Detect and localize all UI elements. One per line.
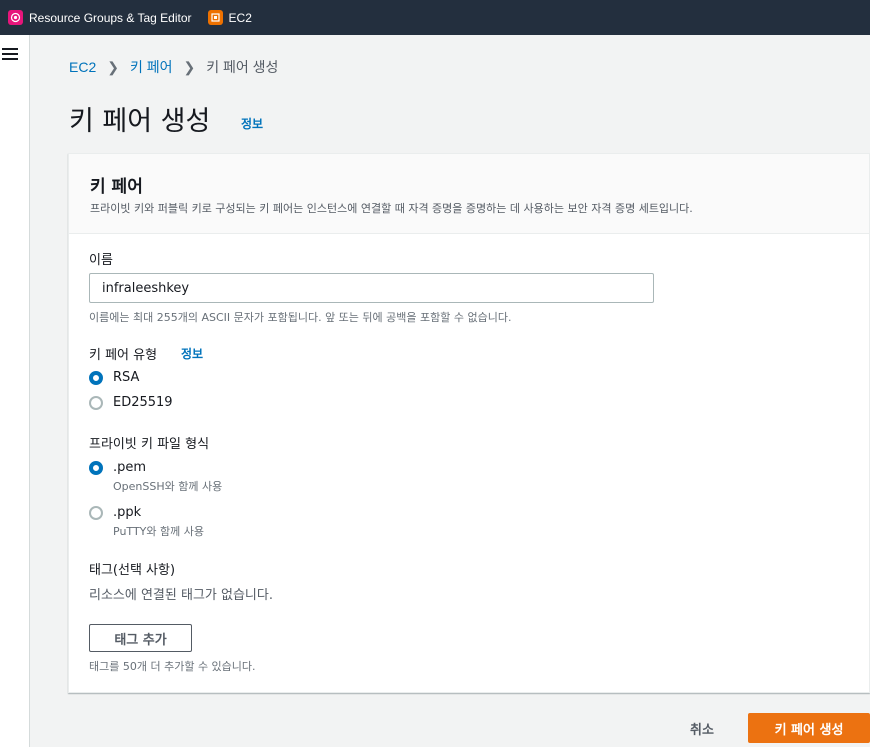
key-type-info-link[interactable]: 정보 [181, 345, 203, 362]
tags-hint: 태그를 50개 더 추가할 수 있습니다. [89, 660, 256, 673]
breadcrumb: EC2 ❯ 키 페어 ❯ 키 페어 생성 [69, 57, 278, 77]
resource-groups-icon [8, 10, 23, 25]
name-input[interactable] [89, 273, 654, 303]
format-pem-description: OpenSSH와 함께 사용 [113, 480, 223, 493]
format-ppk-description: PuTTY와 함께 사용 [113, 525, 204, 538]
favorite-label: EC2 [228, 10, 252, 25]
name-hint: 이름에는 최대 255개의 ASCII 문자가 포함됩니다. 앞 또는 뒤에 공… [89, 311, 512, 324]
breadcrumb-current: 키 페어 생성 [206, 59, 279, 75]
panel-title: 키 페어 [90, 177, 143, 197]
file-format-label: 프라이빗 키 파일 형식 [89, 437, 210, 452]
top-navigation-bar: Resource Groups & Tag Editor EC2 [0, 0, 870, 35]
favorite-label: Resource Groups & Tag Editor [29, 10, 192, 25]
cancel-button[interactable]: 취소 [672, 713, 732, 743]
menu-icon[interactable] [2, 48, 18, 62]
key-type-label: 키 페어 유형 [89, 348, 158, 363]
key-type-rsa-label: RSA [113, 370, 140, 385]
ec2-icon [207, 10, 223, 25]
breadcrumb-key-pairs[interactable]: 키 페어 [130, 57, 173, 77]
favorite-ec2[interactable]: EC2 [207, 10, 252, 25]
key-type-ed25519-label: ED25519 [113, 395, 173, 410]
chevron-right-icon: ❯ [183, 58, 196, 75]
format-ppk-radio[interactable] [89, 506, 103, 520]
add-tag-button[interactable]: 태그 추가 [89, 624, 192, 652]
page-info-link[interactable]: 정보 [241, 115, 263, 132]
panel-description: 프라이빗 키와 퍼블릭 키로 구성되는 키 페어는 인스턴스에 연결할 때 자격… [90, 202, 693, 215]
format-ppk-label: .ppk [113, 505, 142, 520]
tags-label: 태그(선택 사항) [89, 563, 176, 578]
breadcrumb-ec2[interactable]: EC2 [69, 59, 96, 75]
chevron-right-icon: ❯ [107, 58, 119, 75]
create-key-pair-button[interactable]: 키 페어 생성 [748, 713, 870, 743]
page-title: 키 페어 생성 [69, 106, 211, 137]
format-pem-label: .pem [113, 460, 147, 475]
left-navigation-rail [0, 35, 30, 747]
name-label: 이름 [89, 253, 113, 268]
key-pair-panel: 키 페어 프라이빗 키와 퍼블릭 키로 구성되는 키 페어는 인스턴스에 연결할… [68, 153, 870, 693]
format-pem-radio[interactable] [89, 461, 103, 475]
favorite-resource-groups[interactable]: Resource Groups & Tag Editor [8, 10, 192, 25]
tags-empty-text: 리소스에 연결된 태그가 없습니다. [89, 588, 273, 603]
key-type-rsa-radio[interactable] [89, 371, 103, 385]
key-type-ed25519-radio[interactable] [89, 396, 103, 410]
panel-header: 키 페어 프라이빗 키와 퍼블릭 키로 구성되는 키 페어는 인스턴스에 연결할… [69, 154, 869, 234]
